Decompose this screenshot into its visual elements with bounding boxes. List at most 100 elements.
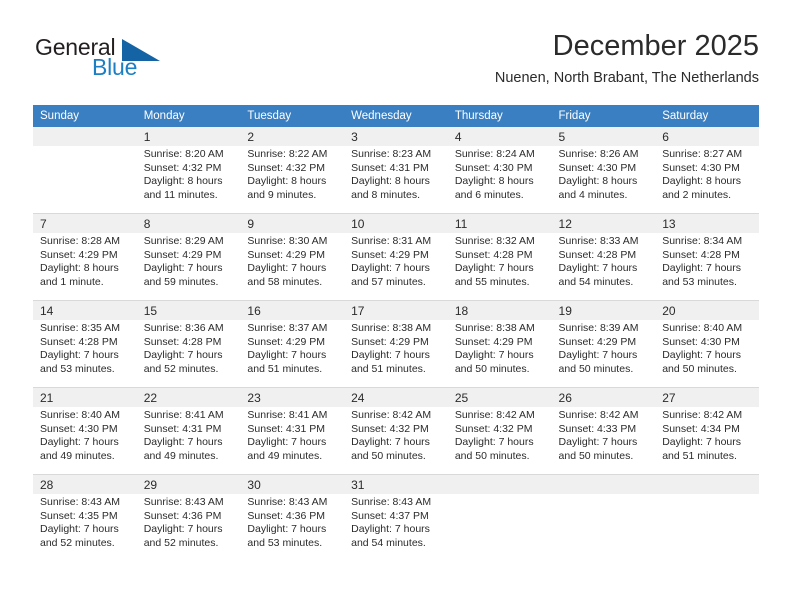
sunrise-time: Sunrise: 8:42 AM (558, 409, 639, 421)
day-number: 19 (558, 304, 572, 318)
daylight-duration-line2: and 50 minutes. (454, 362, 530, 375)
day-number: 25 (454, 391, 469, 405)
sunset-time: Sunset: 4:32 PM (351, 422, 429, 435)
calendar-day-cell[interactable]: 16 Sunrise: 8:37 AM Sunset: 4:29 PM Dayligh… (240, 300, 345, 388)
sunrise-time: Sunrise: 8:31 AM (351, 235, 432, 247)
calendar-day-cell[interactable]: 31 Sunrise: 8:43 AM Sunset: 4:37 PM Dayligh… (344, 474, 448, 561)
weekday-header-thursday: Thursday (447, 105, 552, 127)
daylight-duration-line2: and 55 minutes. (454, 275, 530, 288)
day-number-band: 14 (33, 301, 137, 320)
title-block: December 2025 Nuenen, North Brabant, The… (495, 28, 759, 87)
calendar-day-cell[interactable]: 18 Sunrise: 8:38 AM Sunset: 4:29 PM Dayligh… (447, 300, 552, 388)
daylight-duration-line1: Daylight: 7 hours (558, 262, 638, 275)
calendar-day-cell[interactable]: 13 Sunrise: 8:34 AM Sunset: 4:28 PM Dayligh… (655, 213, 759, 301)
page-subtitle: Nuenen, North Brabant, The Netherlands (494, 70, 759, 86)
calendar-day-cell[interactable]: 2 Sunrise: 8:22 AM Sunset: 4:32 PM Daylight… (240, 127, 345, 214)
daylight-duration-line2: and 52 minutes. (143, 536, 219, 549)
day-number-band: 12 (551, 214, 656, 233)
calendar-day-cell[interactable]: 11 Sunrise: 8:32 AM Sunset: 4:28 PM Dayligh… (447, 213, 552, 301)
calendar-day-cell[interactable]: 22 Sunrise: 8:41 AM Sunset: 4:31 PM Dayligh… (136, 387, 241, 475)
day-cell-inner (551, 475, 656, 561)
calendar-day-cell[interactable]: 23 Sunrise: 8:41 AM Sunset: 4:31 PM Dayligh… (240, 387, 345, 475)
calendar-day-cell[interactable]: 5 Sunrise: 8:26 AM Sunset: 4:30 PM Daylight… (551, 127, 656, 214)
day-cell-inner: 22 Sunrise: 8:41 AM Sunset: 4:31 PM Dayligh… (136, 388, 241, 474)
day-number-band: 9 (240, 214, 345, 233)
day-cell-inner: 30 Sunrise: 8:43 AM Sunset: 4:36 PM Dayligh… (240, 475, 345, 561)
calendar-day-cell[interactable]: 7 Sunrise: 8:28 AM Sunset: 4:29 PM Daylight… (33, 213, 137, 301)
day-sun-info: Sunrise: 8:37 AM Sunset: 4:29 PM Daylight:… (240, 320, 344, 376)
calendar-day-cell[interactable]: 9 Sunrise: 8:30 AM Sunset: 4:29 PM Daylight… (240, 213, 345, 301)
sunset-time: Sunset: 4:31 PM (143, 422, 222, 435)
calendar-day-cell[interactable]: 14 Sunrise: 8:35 AM Sunset: 4:28 PM Dayligh… (33, 300, 137, 388)
daylight-duration-line2: and 58 minutes. (247, 275, 323, 288)
day-number-band: 1 (136, 127, 241, 146)
day-cell-inner (655, 475, 759, 561)
daylight-duration-line2: and 57 minutes. (351, 275, 426, 288)
calendar-day-cell[interactable]: 12 Sunrise: 8:33 AM Sunset: 4:28 PM Dayligh… (551, 213, 656, 301)
daylight-duration-line2: and 4 minutes. (558, 188, 628, 201)
day-number-band: 24 (344, 388, 448, 407)
calendar-day-cell[interactable]: 29 Sunrise: 8:43 AM Sunset: 4:36 PM Dayligh… (136, 474, 241, 561)
calendar-day-cell[interactable]: 10 Sunrise: 8:31 AM Sunset: 4:29 PM Dayligh… (344, 213, 448, 301)
sunrise-sunset-calendar: Sunday Monday Tuesday Wednesday Thursday… (33, 105, 759, 561)
day-number: 21 (40, 391, 54, 405)
day-number-band: 29 (136, 475, 241, 494)
sunrise-time: Sunrise: 8:41 AM (143, 409, 224, 421)
calendar-day-cell[interactable]: 26 Sunrise: 8:42 AM Sunset: 4:33 PM Dayligh… (551, 387, 656, 475)
calendar-day-cell[interactable]: 19 Sunrise: 8:39 AM Sunset: 4:29 PM Dayligh… (551, 300, 656, 388)
sunset-time: Sunset: 4:28 PM (558, 248, 637, 261)
day-number-band: 18 (447, 301, 552, 320)
day-number: 5 (558, 130, 566, 144)
calendar-day-cell[interactable]: 24 Sunrise: 8:42 AM Sunset: 4:32 PM Dayligh… (344, 387, 448, 475)
day-number: 1 (143, 130, 151, 144)
calendar-day-cell[interactable]: 30 Sunrise: 8:43 AM Sunset: 4:36 PM Dayligh… (240, 474, 345, 561)
calendar-day-cell[interactable]: 3 Sunrise: 8:23 AM Sunset: 4:31 PM Daylight… (344, 127, 448, 214)
daylight-duration-line1: Daylight: 8 hours (247, 175, 327, 188)
sunrise-time: Sunrise: 8:33 AM (558, 235, 639, 247)
calendar-week-row: 21 Sunrise: 8:40 AM Sunset: 4:30 PM Dayligh… (33, 387, 759, 475)
day-number-band: 27 (655, 388, 759, 407)
calendar-day-cell[interactable]: 21 Sunrise: 8:40 AM Sunset: 4:30 PM Dayligh… (33, 387, 137, 475)
calendar-day-cell[interactable]: 25 Sunrise: 8:42 AM Sunset: 4:32 PM Dayligh… (447, 387, 552, 475)
day-number: 28 (40, 478, 54, 492)
calendar-day-cell[interactable]: 15 Sunrise: 8:36 AM Sunset: 4:28 PM Dayligh… (136, 300, 241, 388)
daylight-duration-line1: Daylight: 7 hours (454, 349, 534, 362)
calendar-day-cell[interactable]: 17 Sunrise: 8:38 AM Sunset: 4:29 PM Dayligh… (344, 300, 448, 388)
calendar-day-cell[interactable]: 1 Sunrise: 8:20 AM Sunset: 4:32 PM Daylight… (136, 127, 241, 214)
day-number-band: 21 (33, 388, 137, 407)
sunrise-time: Sunrise: 8:43 AM (143, 496, 224, 508)
day-sun-info: Sunrise: 8:24 AM Sunset: 4:30 PM Daylight:… (448, 146, 552, 202)
sunrise-time: Sunrise: 8:42 AM (351, 409, 432, 421)
day-sun-info: Sunrise: 8:38 AM Sunset: 4:29 PM Daylight:… (448, 320, 552, 376)
daylight-duration-line2: and 49 minutes. (40, 449, 115, 462)
daylight-duration-line1: Daylight: 7 hours (247, 436, 327, 449)
sunset-time: Sunset: 4:28 PM (143, 335, 222, 348)
day-cell-inner: 31 Sunrise: 8:43 AM Sunset: 4:37 PM Dayligh… (344, 475, 448, 561)
calendar-day-cell[interactable]: 27 Sunrise: 8:42 AM Sunset: 4:34 PM Dayligh… (655, 387, 759, 475)
sunset-time: Sunset: 4:29 PM (143, 248, 222, 261)
day-number: 4 (454, 130, 462, 144)
calendar-day-cell[interactable]: 20 Sunrise: 8:40 AM Sunset: 4:30 PM Dayligh… (655, 300, 759, 388)
calendar-day-cell[interactable]: 8 Sunrise: 8:29 AM Sunset: 4:29 PM Daylight… (136, 213, 241, 301)
sunrise-time: Sunrise: 8:38 AM (351, 322, 432, 334)
day-number: 15 (143, 304, 158, 318)
calendar-day-cell[interactable]: 6 Sunrise: 8:27 AM Sunset: 4:30 PM Daylight… (655, 127, 759, 214)
calendar-week-row: 1 Sunrise: 8:20 AM Sunset: 4:32 PM Daylight… (33, 127, 759, 214)
day-number-band: 6 (655, 127, 759, 146)
day-sun-info: Sunrise: 8:32 AM Sunset: 4:28 PM Daylight:… (448, 233, 552, 289)
sunrise-time: Sunrise: 8:43 AM (40, 496, 120, 508)
daylight-duration-line1: Daylight: 7 hours (351, 262, 430, 275)
day-number (559, 475, 649, 494)
sunset-time: Sunset: 4:30 PM (40, 422, 118, 435)
calendar-day-cell[interactable]: 28 Sunrise: 8:43 AM Sunset: 4:35 PM Dayligh… (33, 474, 137, 561)
daylight-duration-line1: Daylight: 8 hours (558, 175, 638, 188)
day-cell-inner: 29 Sunrise: 8:43 AM Sunset: 4:36 PM Dayligh… (136, 475, 241, 561)
day-cell-inner: 6 Sunrise: 8:27 AM Sunset: 4:30 PM Daylight… (655, 127, 759, 213)
calendar-day-cell[interactable]: 4 Sunrise: 8:24 AM Sunset: 4:30 PM Daylight… (447, 127, 552, 214)
daylight-duration-line1: Daylight: 7 hours (454, 436, 534, 449)
daylight-duration-line2: and 49 minutes. (143, 449, 219, 462)
daylight-duration-line1: Daylight: 7 hours (558, 436, 638, 449)
weekday-header-friday: Friday (551, 105, 656, 127)
general-blue-logo[interactable]: General Blue (33, 34, 263, 90)
daylight-duration-line1: Daylight: 7 hours (40, 349, 119, 362)
